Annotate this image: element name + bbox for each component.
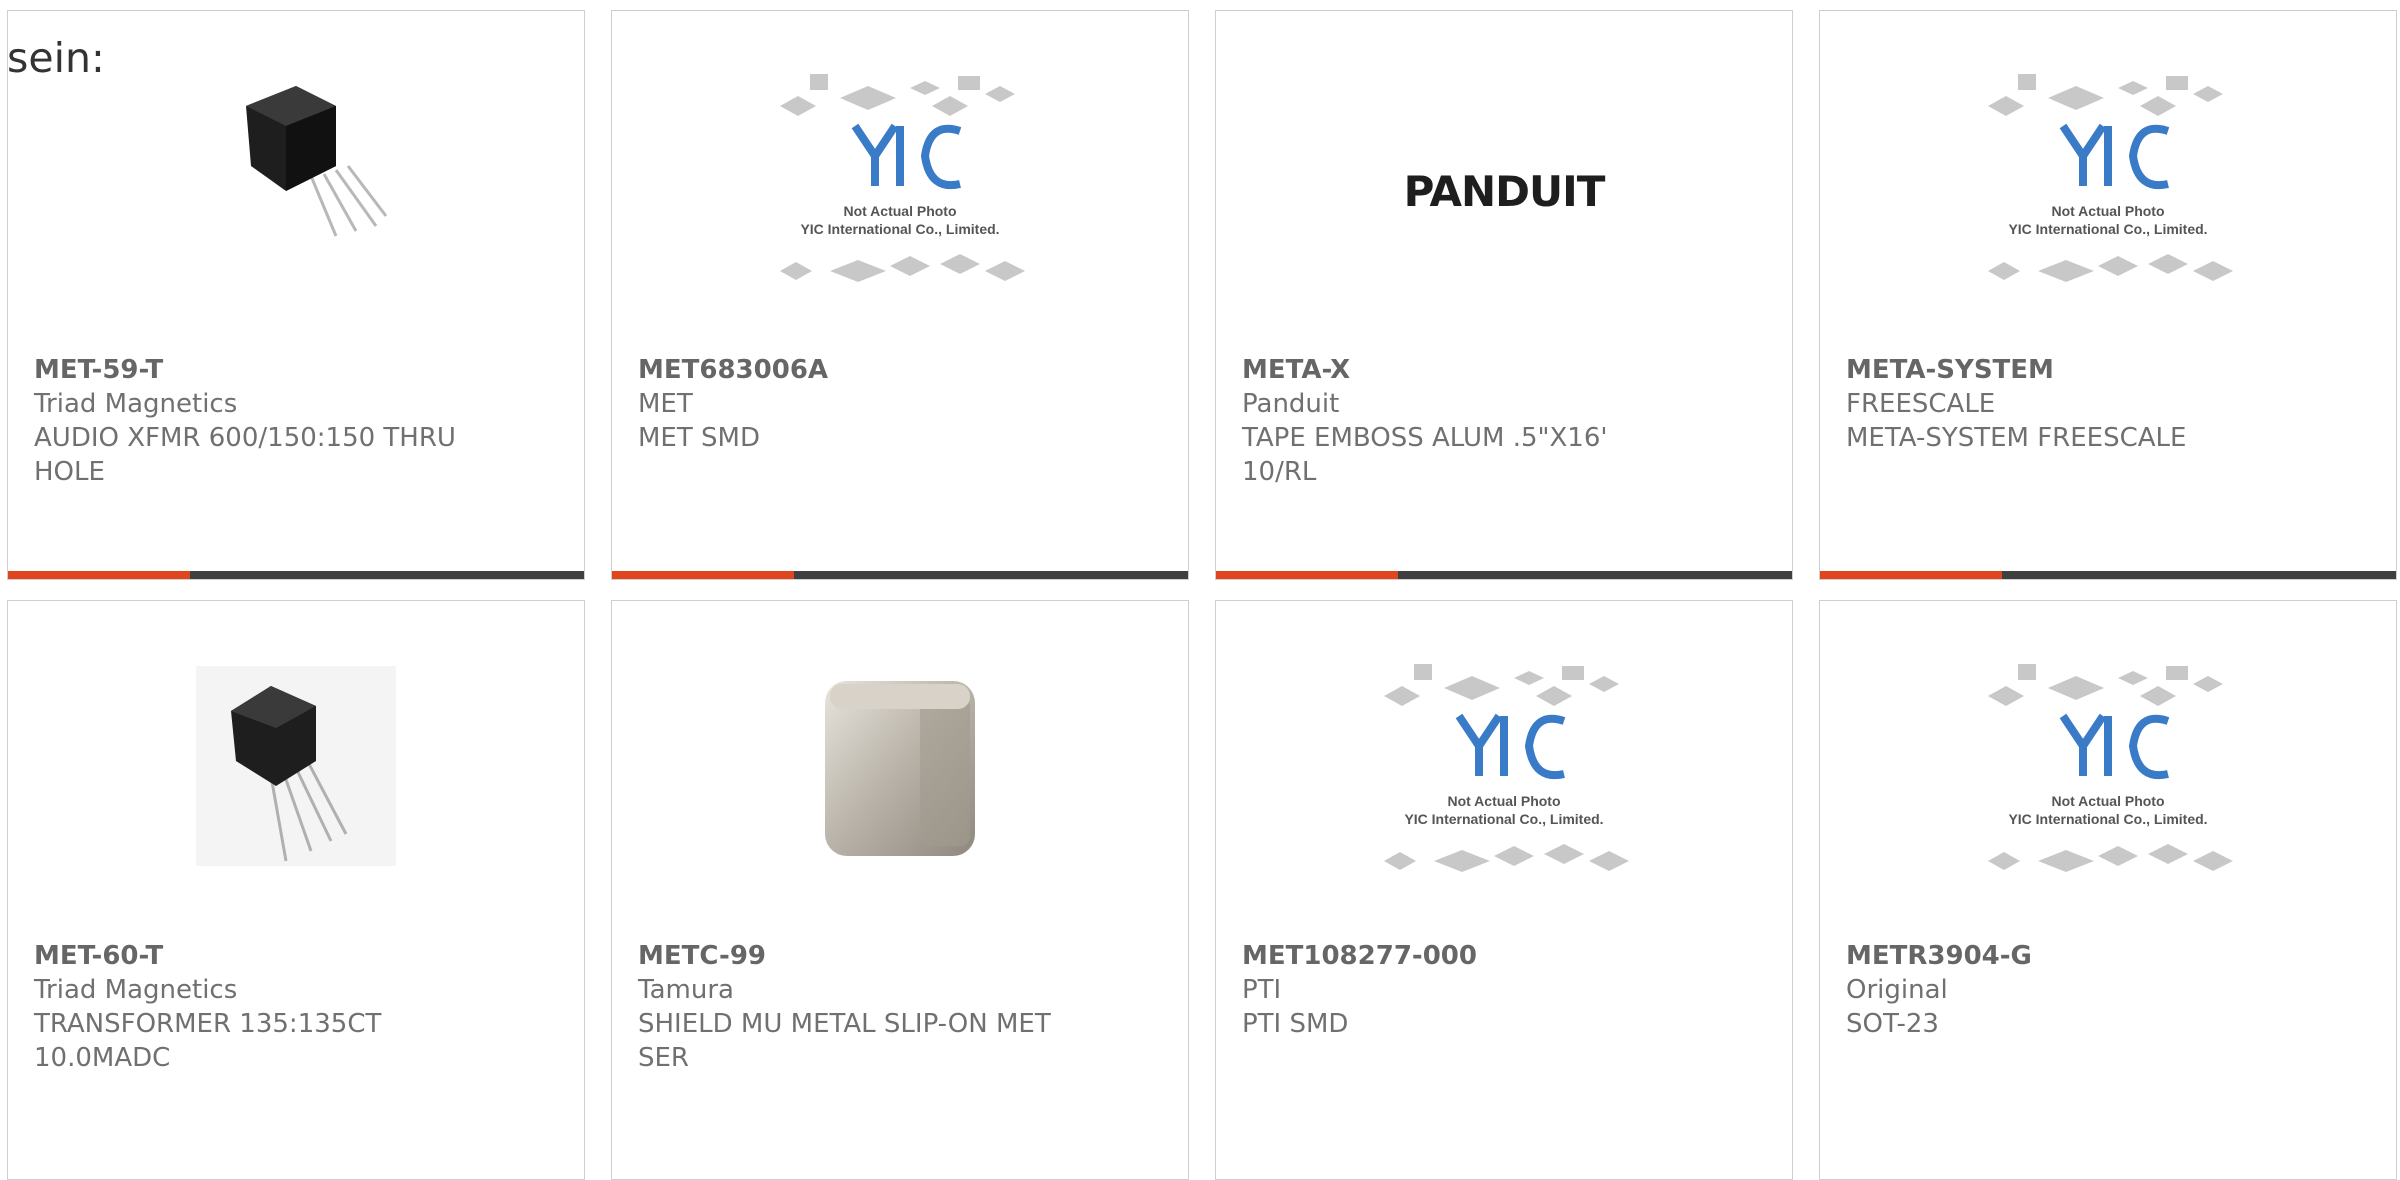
placeholder-caption: Not Actual Photo — [2051, 203, 2164, 219]
placeholder-caption: Not Actual Photo — [1447, 793, 1560, 809]
placeholder-caption: Not Actual Photo — [843, 203, 956, 219]
part-number[interactable]: METC-99 — [638, 939, 1068, 973]
placeholder-caption: YIC International Co., Limited. — [1404, 811, 1603, 827]
placeholder-caption: Not Actual Photo — [2051, 793, 2164, 809]
product-card[interactable]: MET-60-T Triad Magnetics TRANSFORMER 135… — [7, 600, 585, 1180]
product-image[interactable]: Not Actual Photo YIC International Co., … — [612, 66, 1188, 306]
product-image[interactable]: Not Actual Photo YIC International Co., … — [1820, 66, 2396, 306]
placeholder-image: Not Actual Photo YIC International Co., … — [1384, 664, 1629, 872]
brand-logo: PANDUIT — [1404, 167, 1607, 216]
product-image[interactable] — [8, 656, 584, 896]
product-card[interactable]: Not Actual Photo YIC International Co., … — [1819, 600, 2397, 1180]
manufacturer: Triad Magnetics — [34, 389, 238, 419]
placeholder-image: Not Actual Photo YIC International Co., … — [780, 74, 1025, 282]
part-number[interactable]: METR3904-G — [1846, 939, 2276, 973]
manufacturer: PTI — [1242, 975, 1282, 1005]
manufacturer: FREESCALE — [1846, 389, 1996, 419]
product-image[interactable]: Not Actual Photo YIC International Co., … — [1216, 656, 1792, 896]
product-card[interactable]: Not Actual Photo YIC International Co., … — [1215, 600, 1793, 1180]
product-image[interactable]: Not Actual Photo YIC International Co., … — [1820, 656, 2396, 896]
manufacturer: Tamura — [638, 975, 734, 1005]
metal-shield-image — [825, 681, 975, 856]
card-bar-accent — [8, 571, 190, 579]
description: PTI SMD — [1242, 1009, 1349, 1039]
part-number[interactable]: MET683006A — [638, 353, 1068, 387]
product-image[interactable] — [8, 66, 584, 306]
placeholder-caption: YIC International Co., Limited. — [2008, 811, 2207, 827]
transformer-image — [246, 86, 388, 237]
description: SHIELD MU METAL SLIP-ON MET SER — [638, 1009, 1051, 1073]
product-card[interactable]: METC-99 Tamura SHIELD MU METAL SLIP-ON M… — [611, 600, 1189, 1180]
description: AUDIO XFMR 600/150:150 THRU HOLE — [34, 423, 456, 487]
part-number[interactable]: MET-59-T — [34, 353, 464, 387]
product-image[interactable] — [612, 656, 1188, 896]
card-bar-accent — [612, 571, 794, 579]
description: TAPE EMBOSS ALUM .5"X16' 10/RL — [1242, 423, 1608, 487]
intro-text: sein: — [7, 34, 105, 82]
description: META-SYSTEM FREESCALE — [1846, 423, 2187, 453]
card-bar-accent — [1820, 571, 2002, 579]
product-card[interactable]: MET-59-T Triad Magnetics AUDIO XFMR 600/… — [7, 10, 585, 580]
manufacturer: MET — [638, 389, 693, 419]
part-number[interactable]: MET-60-T — [34, 939, 464, 973]
card-bar — [612, 571, 1188, 579]
description: SOT-23 — [1846, 1009, 1939, 1039]
panduit-logo-text: PANDUIT — [1404, 167, 1606, 216]
placeholder-image: Not Actual Photo YIC International Co., … — [1988, 74, 2233, 282]
card-bar-accent — [1216, 571, 1398, 579]
description: TRANSFORMER 135:135CT 10.0MADC — [34, 1009, 382, 1073]
product-card[interactable]: Not Actual Photo YIC International Co., … — [611, 10, 1189, 580]
card-bar — [8, 571, 584, 579]
product-image[interactable]: PANDUIT — [1216, 66, 1792, 306]
description: MET SMD — [638, 423, 760, 453]
part-number[interactable]: MET108277-000 — [1242, 939, 1672, 973]
placeholder-image: Not Actual Photo YIC International Co., … — [1988, 664, 2233, 872]
product-card[interactable]: PANDUIT META-X Panduit TAPE EMBOSS ALUM … — [1215, 10, 1793, 580]
transformer-image — [196, 666, 396, 866]
manufacturer: Triad Magnetics — [34, 975, 238, 1005]
manufacturer: Panduit — [1242, 389, 1340, 419]
card-bar — [1820, 571, 2396, 579]
part-number[interactable]: META-X — [1242, 353, 1672, 387]
placeholder-caption: YIC International Co., Limited. — [800, 221, 999, 237]
card-bar — [1216, 571, 1792, 579]
manufacturer: Original — [1846, 975, 1948, 1005]
part-number[interactable]: META-SYSTEM — [1846, 353, 2276, 387]
product-card[interactable]: Not Actual Photo YIC International Co., … — [1819, 10, 2397, 580]
placeholder-caption: YIC International Co., Limited. — [2008, 221, 2207, 237]
